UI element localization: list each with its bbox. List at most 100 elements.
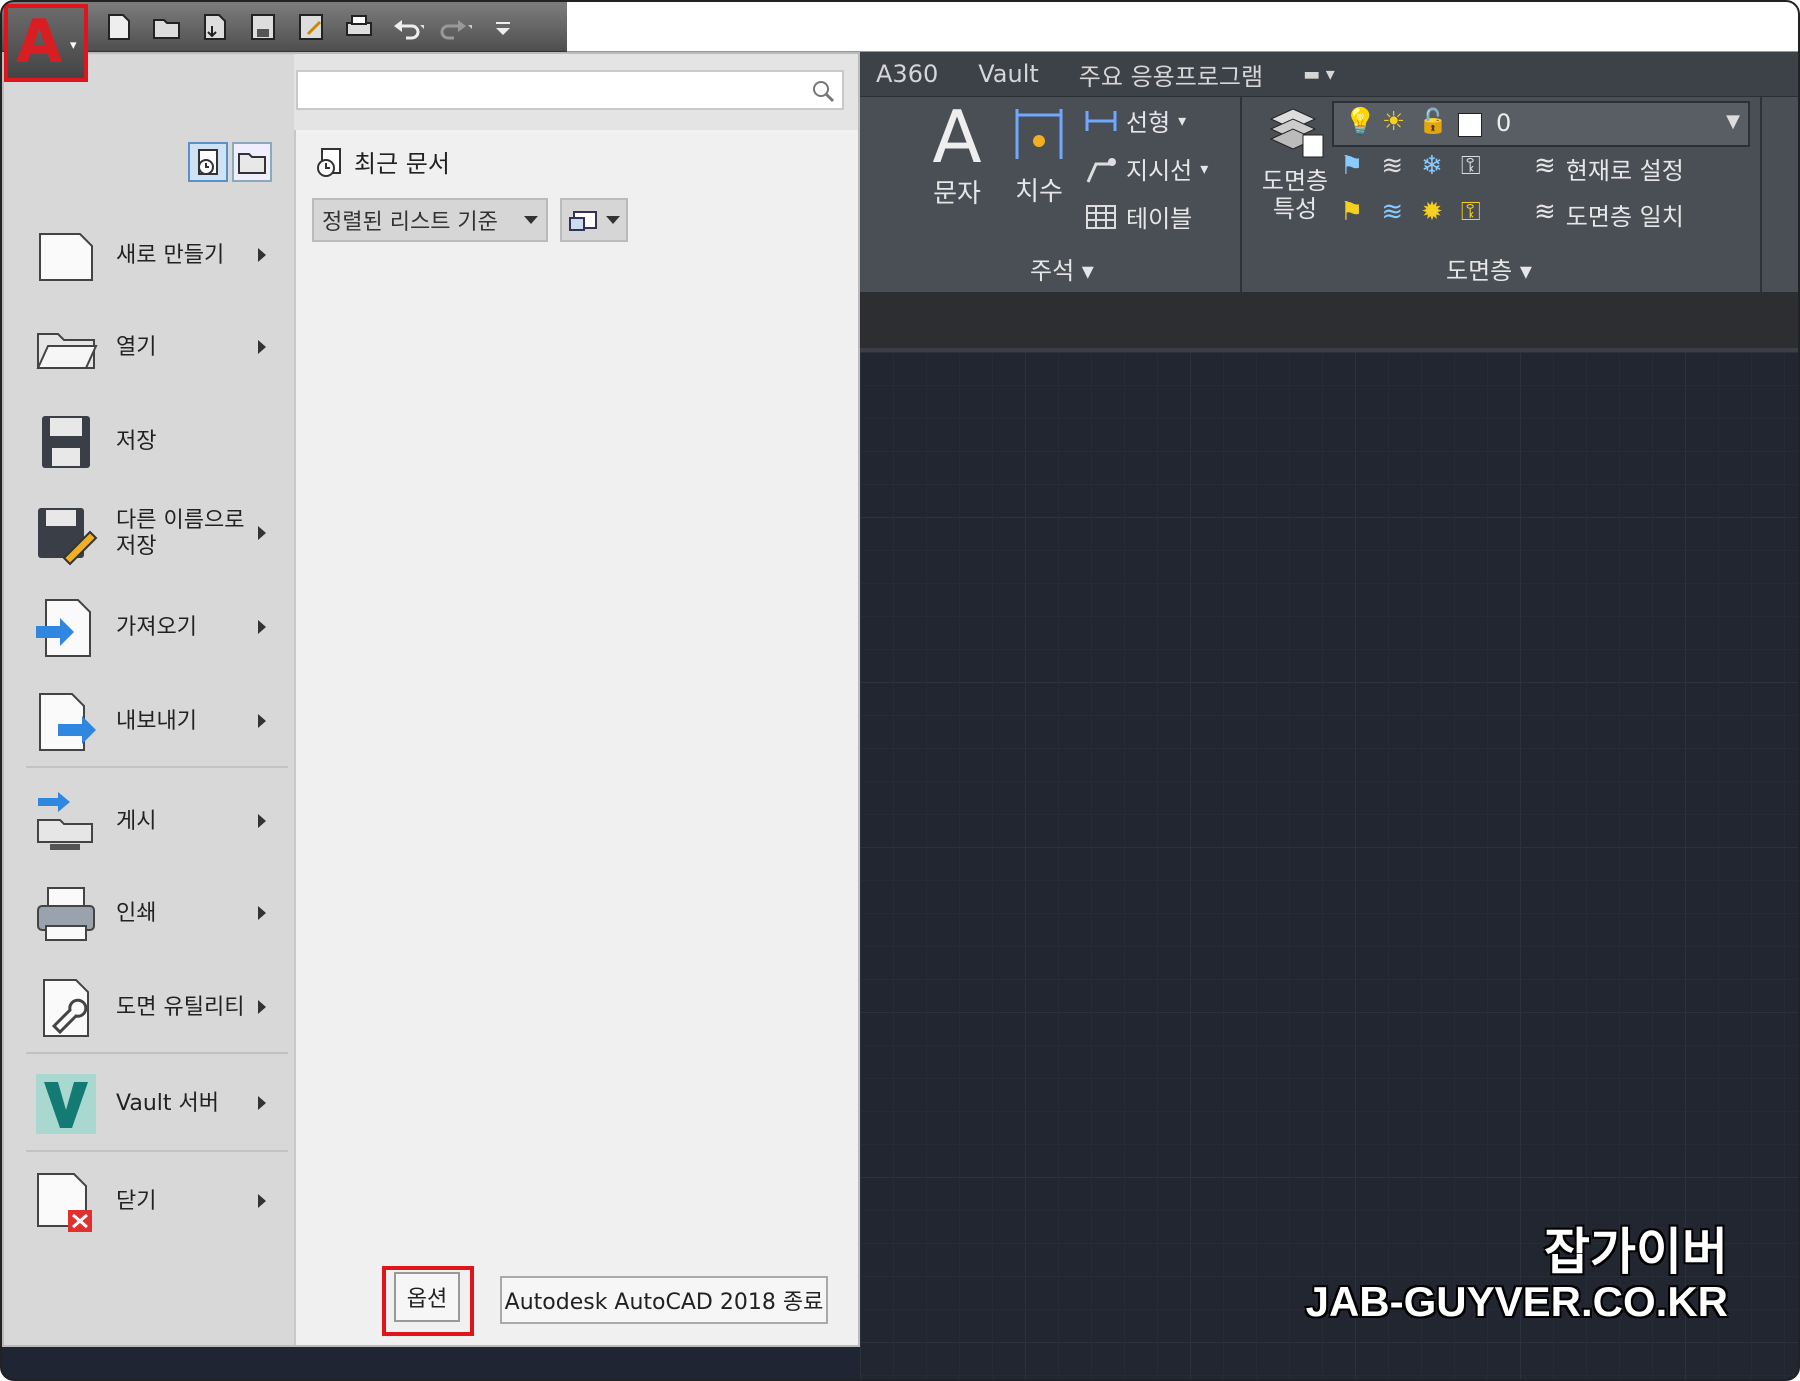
match-layer-label: 도면층 일치 — [1565, 203, 1684, 231]
menu-item-new-label: 새로 만들기 — [116, 243, 225, 268]
autocad-window: A ▾ A360 Vault 주요 응용프로그램 ▬ ▾ A 문자 치수 선형 ▾… — [0, 0, 1800, 1381]
save-icon[interactable] — [246, 10, 280, 44]
exit-autocad-button[interactable]: Autodesk AutoCAD 2018 종료 — [500, 1276, 828, 1324]
plot-icon[interactable] — [342, 10, 376, 44]
recent-documents-icon — [198, 149, 218, 175]
redo-icon[interactable] — [438, 10, 472, 44]
layer-unlock-icon[interactable]: ⚿ — [1461, 197, 1481, 228]
open-from-cloud-icon[interactable] — [198, 10, 232, 44]
layer-off-icon[interactable]: ⚑ — [1340, 151, 1363, 182]
recent-documents-view-button[interactable] — [188, 142, 228, 182]
submenu-arrow-icon — [258, 248, 266, 262]
menu-item-close[interactable]: 닫기 — [34, 1164, 274, 1240]
recent-documents-title: 최근 문서 — [354, 150, 450, 178]
table-button[interactable]: 테이블 — [1084, 199, 1192, 234]
layers-panel-title[interactable]: 도면층 ▾ — [1446, 251, 1532, 286]
printer-icon — [37, 887, 95, 941]
recent-documents-header: 최근 문서 — [314, 144, 450, 179]
export-icon — [39, 693, 96, 751]
display-mode-dropdown[interactable] — [560, 198, 628, 242]
submenu-arrow-icon — [258, 1194, 266, 1208]
menu-item-publish[interactable]: 게시 — [34, 784, 274, 860]
text-button[interactable]: A 문자 — [922, 101, 992, 221]
import-icon — [36, 599, 91, 657]
menu-item-import[interactable]: 가져오기 — [34, 590, 274, 666]
layer-on-icon[interactable]: ⚑ — [1340, 197, 1363, 228]
chevron-down-icon — [524, 216, 538, 224]
layer-thaw-icon[interactable]: ✹ — [1421, 197, 1443, 228]
open-documents-icon — [238, 153, 266, 174]
layer-properties-button[interactable]: 도면층 특성 — [1250, 99, 1340, 223]
tab-overflow-icon[interactable]: ▬ ▾ — [1303, 64, 1335, 85]
layer-tools-row2: ⚑ ≋ ✹ ⚿ — [1340, 197, 1481, 228]
options-button[interactable]: 옵션 — [394, 1272, 460, 1322]
menu-item-close-label: 닫기 — [116, 1189, 157, 1214]
ribbon-panel: A 문자 치수 선형 ▾ 지시선 ▾ 테이블 주석 ▾ 도면층 특성 💡 ☀ 🔓… — [860, 96, 1798, 293]
layer-properties-label-2: 특성 — [1272, 195, 1318, 223]
open-folder-icon — [36, 333, 98, 369]
layer-unisolate-icon[interactable]: ≋ — [1381, 197, 1403, 228]
layer-isolate-icon[interactable]: ≋ — [1381, 151, 1403, 182]
open-documents-view-button[interactable] — [232, 142, 272, 182]
view-toggle — [188, 142, 272, 182]
menu-item-print-label: 인쇄 — [116, 901, 157, 926]
layer-freeze-icon[interactable]: ❄ — [1421, 151, 1443, 182]
menu-item-publish-label: 게시 — [116, 809, 157, 834]
application-menu-button[interactable]: A ▾ — [4, 4, 88, 82]
menu-divider — [26, 1150, 288, 1152]
menu-item-drawing-utilities[interactable]: 도면 유틸리티 — [34, 970, 274, 1046]
vault-icon — [36, 1074, 96, 1134]
open-icon[interactable] — [150, 10, 184, 44]
undo-icon[interactable] — [390, 10, 424, 44]
submenu-arrow-icon — [258, 906, 266, 920]
tab-a360[interactable]: A360 — [876, 60, 938, 88]
submenu-arrow-icon — [258, 714, 266, 728]
layer-dropdown[interactable]: 💡 ☀ 🔓 0 ▼ — [1332, 101, 1750, 147]
submenu-arrow-icon — [258, 526, 266, 540]
menu-item-open[interactable]: 열기 — [34, 310, 274, 386]
tab-vault[interactable]: Vault — [978, 60, 1039, 88]
menu-divider — [26, 766, 288, 768]
submenu-arrow-icon — [258, 1000, 266, 1014]
leader-button[interactable]: 지시선 ▾ — [1084, 151, 1208, 186]
menu-item-save-label: 저장 — [116, 429, 157, 454]
match-layer-button[interactable]: ≋ 도면층 일치 — [1534, 197, 1684, 232]
leader-icon — [1086, 157, 1116, 183]
menu-item-save[interactable]: 저장 — [34, 404, 274, 480]
annotation-panel-title[interactable]: 주석 ▾ — [1030, 251, 1094, 286]
set-current-icon: ≋ — [1534, 151, 1556, 181]
menu-item-print[interactable]: 인쇄 — [34, 876, 274, 952]
autocad-logo-icon: A — [16, 7, 63, 77]
recent-documents-pane — [294, 130, 858, 1345]
display-mode-icon — [569, 211, 597, 231]
menu-item-vault-server[interactable]: Vault 서버 — [34, 1066, 274, 1142]
recent-documents-icon — [317, 147, 341, 177]
save-as-icon[interactable] — [294, 10, 328, 44]
title-bar — [567, 2, 1798, 52]
submenu-arrow-icon — [258, 1096, 266, 1110]
color-swatch — [1458, 113, 1482, 137]
menu-item-save-as[interactable]: 다른 이름으로 저장 — [34, 496, 274, 572]
table-label: 테이블 — [1126, 205, 1193, 233]
leader-label: 지시선 — [1126, 157, 1193, 185]
set-current-button[interactable]: ≋ 현재로 설정 — [1534, 151, 1684, 186]
layer-lock-icon[interactable]: ⚿ — [1461, 151, 1481, 182]
submenu-arrow-icon — [258, 814, 266, 828]
linear-button[interactable]: 선형 ▾ — [1084, 103, 1186, 138]
menu-item-export[interactable]: 내보내기 — [34, 684, 274, 760]
chevron-down-icon: ▾ — [70, 38, 77, 53]
layer-properties-label-1: 도면층 — [1261, 167, 1329, 195]
new-icon[interactable] — [102, 10, 136, 44]
dimension-button[interactable]: 치수 — [1006, 101, 1072, 221]
menu-item-export-label: 내보내기 — [116, 709, 197, 734]
search-icon — [813, 81, 835, 103]
watermark-url: JAB-GUYVER.CO.KR — [1305, 1278, 1728, 1325]
tab-featured-apps[interactable]: 주요 응용프로그램 — [1079, 57, 1263, 92]
save-disk-icon — [42, 416, 90, 468]
search-input[interactable] — [296, 70, 844, 110]
watermark-title: 잡가이버 — [1544, 1223, 1728, 1281]
menu-item-new[interactable]: 새로 만들기 — [34, 218, 274, 294]
file-tab-bar — [860, 292, 1798, 352]
customize-icon[interactable] — [486, 10, 520, 44]
sort-dropdown[interactable]: 정렬된 리스트 기준 — [312, 198, 548, 242]
